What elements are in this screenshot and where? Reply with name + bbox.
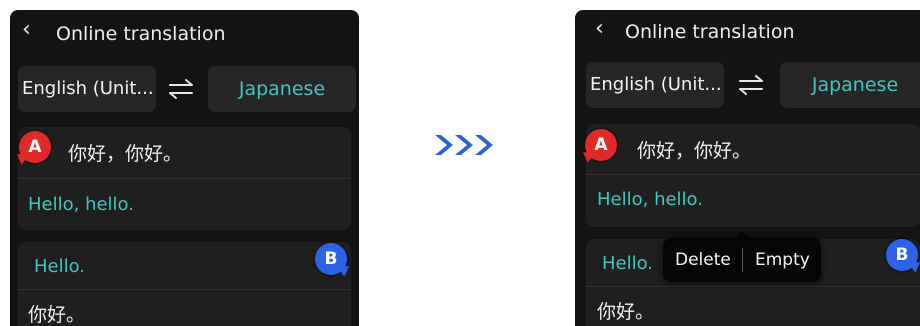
- divider: [18, 289, 351, 290]
- back-chevron-icon[interactable]: ‹: [22, 17, 31, 43]
- back-chevron-icon[interactable]: ‹: [595, 16, 604, 42]
- header: ‹ Online translation: [575, 10, 920, 52]
- page-title: Online translation: [625, 21, 795, 43]
- speaker-label: B: [324, 249, 338, 269]
- source-text: 你好，你好。: [637, 140, 752, 162]
- source-text: 你好。: [28, 304, 86, 326]
- divider: [586, 174, 920, 175]
- triple-chevron-right-icon: [435, 135, 493, 155]
- message-card-speaker-a[interactable]: 你好，你好。 Hello, hello.: [18, 127, 351, 230]
- speaker-a-badge: A: [579, 129, 617, 163]
- menu-pointer: [734, 230, 750, 246]
- header: ‹ Online translation: [10, 10, 359, 52]
- divider: [18, 178, 351, 179]
- speaker-label: A: [28, 137, 42, 157]
- left-phone-screen: ‹ Online translation English (Unit... Ja…: [10, 10, 359, 326]
- message-card-speaker-a[interactable]: 你好，你好。 Hello, hello.: [586, 124, 920, 227]
- divider: [586, 286, 920, 287]
- message-card-speaker-b[interactable]: Hello. 你好。: [18, 242, 351, 326]
- source-language-button[interactable]: English (Unit...: [18, 66, 156, 112]
- speaker-a-badge: A: [13, 131, 51, 165]
- source-text: 你好。: [597, 301, 655, 323]
- context-menu: Delete Empty: [663, 230, 821, 282]
- language-bar: English (Unit... Japanese: [18, 66, 356, 112]
- translation-text: Hello.: [602, 253, 654, 274]
- speaker-label: A: [594, 135, 608, 155]
- source-language-button[interactable]: English (Unit...: [586, 62, 724, 108]
- page-title: Online translation: [56, 23, 226, 45]
- translation-text: Hello.: [34, 256, 86, 277]
- speaker-b-badge: B: [886, 239, 920, 273]
- swap-arrows-icon[interactable]: [736, 73, 766, 97]
- speaker-b-badge: B: [315, 243, 353, 277]
- translation-text: Hello, hello.: [597, 189, 703, 210]
- delete-button[interactable]: Delete: [675, 238, 731, 282]
- right-phone-screen: ‹ Online translation English (Unit... Ja…: [575, 10, 920, 326]
- swap-arrows-icon[interactable]: [166, 77, 196, 101]
- menu-separator: [742, 248, 743, 272]
- speaker-label: B: [895, 245, 909, 265]
- translation-text: Hello, hello.: [28, 194, 134, 215]
- target-language-button[interactable]: Japanese: [780, 62, 920, 108]
- language-bar: English (Unit... Japanese: [586, 62, 920, 108]
- source-text: 你好，你好。: [68, 143, 183, 165]
- target-language-button[interactable]: Japanese: [208, 66, 356, 112]
- empty-button[interactable]: Empty: [755, 238, 810, 282]
